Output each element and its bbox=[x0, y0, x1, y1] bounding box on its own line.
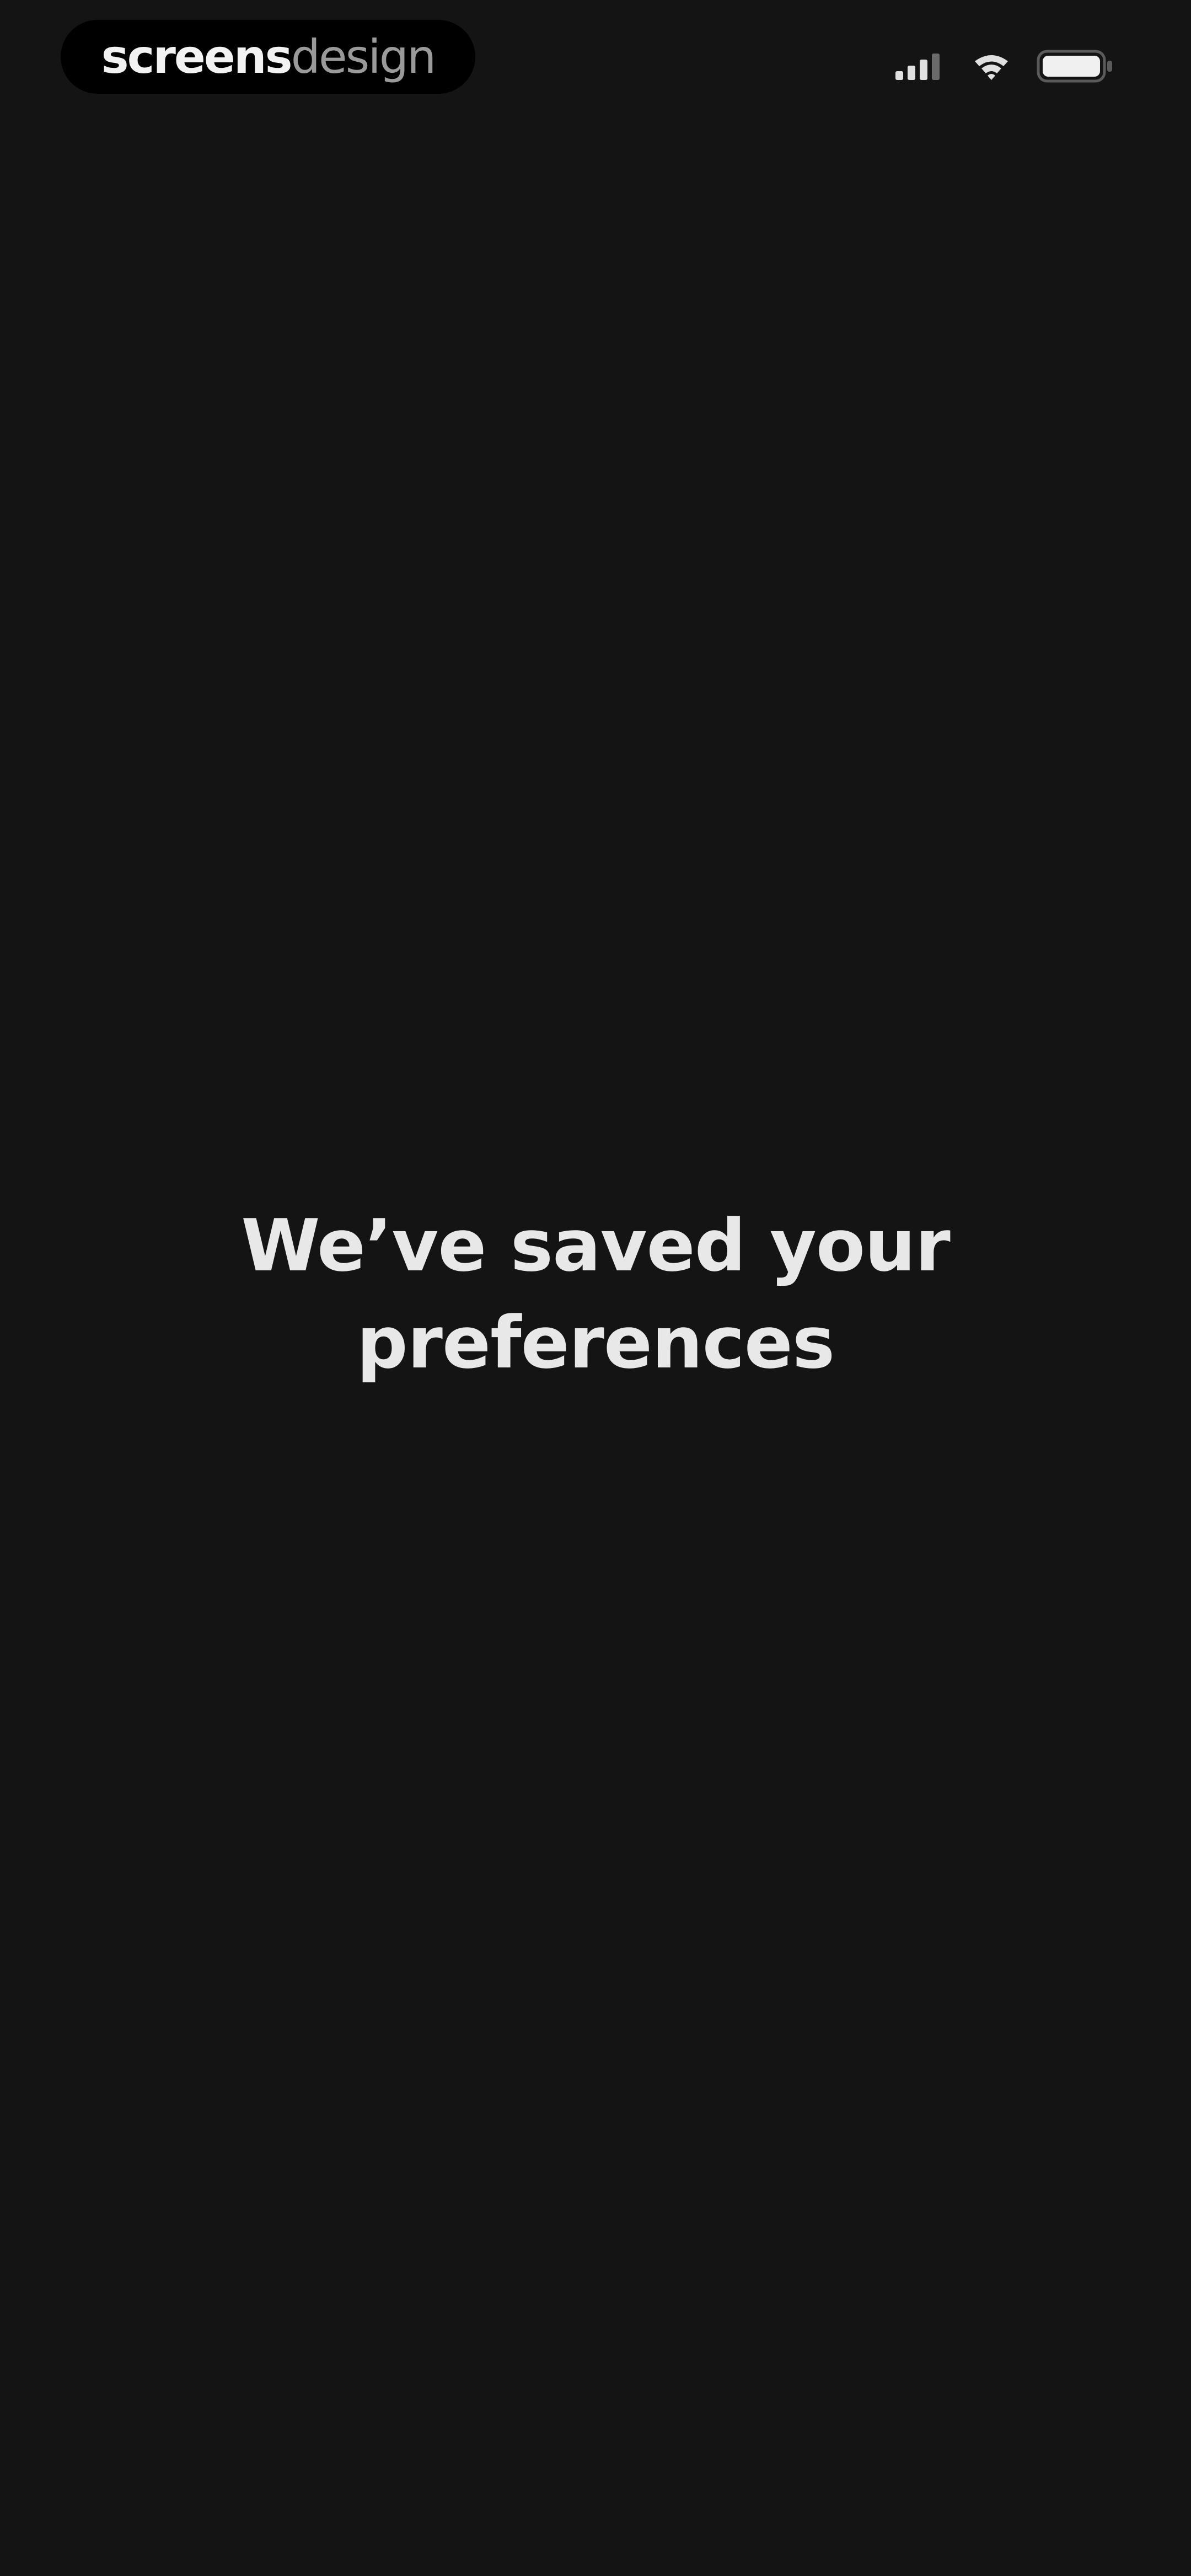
wifi-icon bbox=[975, 55, 1008, 80]
status-bar: screensdesign bbox=[0, 0, 1191, 121]
confirmation-message-line-2: preferences bbox=[356, 1301, 835, 1385]
brand-logo-bold: screens bbox=[101, 30, 293, 84]
brand-logo-light: design bbox=[291, 30, 437, 84]
brand-logo: screensdesign bbox=[101, 34, 437, 80]
brand-badge: screensdesign bbox=[61, 20, 475, 94]
signal-icon bbox=[895, 54, 940, 80]
confirmation-message-line-1: We’ve saved your bbox=[241, 1204, 951, 1287]
app-screen: screensdesign We’ve saved your preferenc… bbox=[0, 0, 1191, 2576]
battery-icon bbox=[1037, 50, 1112, 83]
confirmation-message: We’ve saved your preferences bbox=[0, 1197, 1191, 1391]
status-icons bbox=[895, 44, 1114, 88]
